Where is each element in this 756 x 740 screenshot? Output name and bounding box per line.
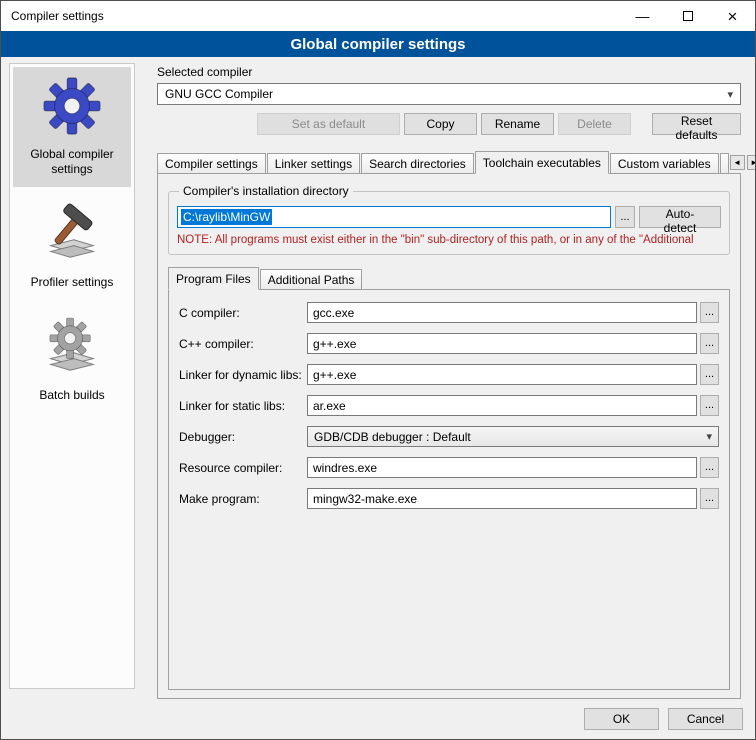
rename-button[interactable]: Rename <box>481 113 554 135</box>
spacer <box>157 113 253 135</box>
installation-directory-input[interactable]: C:\raylib\MinGW <box>177 206 611 228</box>
selected-compiler-label: Selected compiler <box>157 65 741 79</box>
field-row-cpp-compiler: C++ compiler: ... <box>179 333 719 354</box>
field-row-linker-dynamic: Linker for dynamic libs: ... <box>179 364 719 385</box>
cpp-compiler-browse-button[interactable]: ... <box>700 333 719 354</box>
c-compiler-browse-button[interactable]: ... <box>700 302 719 323</box>
sub-tab-strip: Program Files Additional Paths <box>168 267 730 289</box>
installation-directory-browse-button[interactable]: ... <box>615 206 635 228</box>
selected-compiler-select[interactable]: GNU GCC Compiler ▾ <box>157 83 741 105</box>
compiler-buttons-row: Set as default Copy Rename Delete Reset … <box>157 113 741 135</box>
selected-compiler-value: GNU GCC Compiler <box>165 87 273 101</box>
installation-directory-group-title: Compiler's installation directory <box>179 184 353 198</box>
debugger-value: GDB/CDB debugger : Default <box>314 430 471 444</box>
toolchain-executables-page: Compiler's installation directory C:\ray… <box>157 173 741 699</box>
tab-linker-settings[interactable]: Linker settings <box>267 153 360 173</box>
cancel-button[interactable]: Cancel <box>668 708 743 730</box>
chevron-down-icon: ▾ <box>727 88 733 101</box>
installation-directory-group: Compiler's installation directory C:\ray… <box>168 184 730 255</box>
tab-program-files[interactable]: Program Files <box>168 267 259 290</box>
sidebar-item-label: Batch builds <box>39 388 104 403</box>
c-compiler-label: C compiler: <box>179 306 307 320</box>
main-panel: Selected compiler GNU GCC Compiler ▾ Set… <box>146 63 747 699</box>
title-bar: Compiler settings — × <box>1 1 755 31</box>
resource-compiler-browse-button[interactable]: ... <box>700 457 719 478</box>
tab-scroll-left-button[interactable]: ◄ <box>730 155 745 170</box>
tab-additional-paths[interactable]: Additional Paths <box>260 269 363 289</box>
maximize-icon <box>683 11 693 21</box>
field-row-debugger: Debugger: GDB/CDB debugger : Default ▾ <box>179 426 719 447</box>
sidebar-item-batch-builds[interactable]: Batch builds <box>13 308 131 413</box>
sidebar-item-profiler-settings[interactable]: Profiler settings <box>13 195 131 300</box>
tab-toolchain-executables[interactable]: Toolchain executables <box>475 151 609 174</box>
linker-dynamic-browse-button[interactable]: ... <box>700 364 719 385</box>
tab-scroll-buttons: ◄ ► <box>730 155 756 173</box>
installation-directory-row: C:\raylib\MinGW ... Auto-detect <box>177 206 721 228</box>
field-row-resource-compiler: Resource compiler: ... <box>179 457 719 478</box>
reset-defaults-button[interactable]: Reset defaults <box>652 113 741 135</box>
linker-static-browse-button[interactable]: ... <box>700 395 719 416</box>
blue-gear-icon <box>41 75 103 137</box>
auto-detect-button[interactable]: Auto-detect <box>639 206 721 228</box>
sidebar-item-label: Profiler settings <box>31 275 114 290</box>
set-as-default-button[interactable]: Set as default <box>257 113 400 135</box>
sidebar-item-global-compiler-settings[interactable]: Global compiler settings <box>13 67 131 187</box>
tab-scroll-right-button[interactable]: ► <box>747 155 756 170</box>
minimize-button[interactable]: — <box>620 1 665 31</box>
debugger-select[interactable]: GDB/CDB debugger : Default ▾ <box>307 426 719 447</box>
copy-button[interactable]: Copy <box>404 113 477 135</box>
bin-subdirectory-note: NOTE: All programs must exist either in … <box>177 234 721 246</box>
resource-compiler-label: Resource compiler: <box>179 461 307 475</box>
make-program-browse-button[interactable]: ... <box>700 488 719 509</box>
chevron-down-icon: ▾ <box>706 430 712 443</box>
settings-sidebar: Global compiler settings Profiler settin… <box>9 63 135 689</box>
maximize-button[interactable] <box>665 1 710 31</box>
sidebar-item-label: Global compiler settings <box>15 147 129 177</box>
linker-dynamic-label: Linker for dynamic libs: <box>179 368 307 382</box>
profiler-tool-icon <box>41 203 103 265</box>
c-compiler-input[interactable] <box>307 302 697 323</box>
gray-gear-icon <box>41 316 103 378</box>
linker-dynamic-input[interactable] <box>307 364 697 385</box>
tab-strip: Compiler settings Linker settings Search… <box>157 151 741 173</box>
dialog-footer: OK Cancel <box>1 699 755 739</box>
close-button[interactable]: × <box>710 1 755 31</box>
delete-button[interactable]: Delete <box>558 113 631 135</box>
cpp-compiler-input[interactable] <box>307 333 697 354</box>
page-title: Global compiler settings <box>1 31 755 57</box>
window-title: Compiler settings <box>1 9 620 23</box>
make-program-label: Make program: <box>179 492 307 506</box>
program-files-page: C compiler: ... C++ compiler: ... Linker… <box>168 289 730 690</box>
make-program-input[interactable] <box>307 488 697 509</box>
installation-directory-value: C:\raylib\MinGW <box>181 209 272 225</box>
linker-static-label: Linker for static libs: <box>179 399 307 413</box>
tab-compiler-settings[interactable]: Compiler settings <box>157 153 266 173</box>
debugger-label: Debugger: <box>179 430 307 444</box>
field-row-make-program: Make program: ... <box>179 488 719 509</box>
dialog-body: Global compiler settings Profiler settin… <box>1 57 755 699</box>
tab-custom-variables[interactable]: Custom variables <box>610 153 719 173</box>
resource-compiler-input[interactable] <box>307 457 697 478</box>
compiler-settings-window: Compiler settings — × Global compiler se… <box>0 0 756 740</box>
field-row-linker-static: Linker for static libs: ... <box>179 395 719 416</box>
linker-static-input[interactable] <box>307 395 697 416</box>
tab-build-options[interactable]: Build <box>720 153 729 173</box>
ok-button[interactable]: OK <box>584 708 659 730</box>
field-row-c-compiler: C compiler: ... <box>179 302 719 323</box>
tab-search-directories[interactable]: Search directories <box>361 153 474 173</box>
cpp-compiler-label: C++ compiler: <box>179 337 307 351</box>
